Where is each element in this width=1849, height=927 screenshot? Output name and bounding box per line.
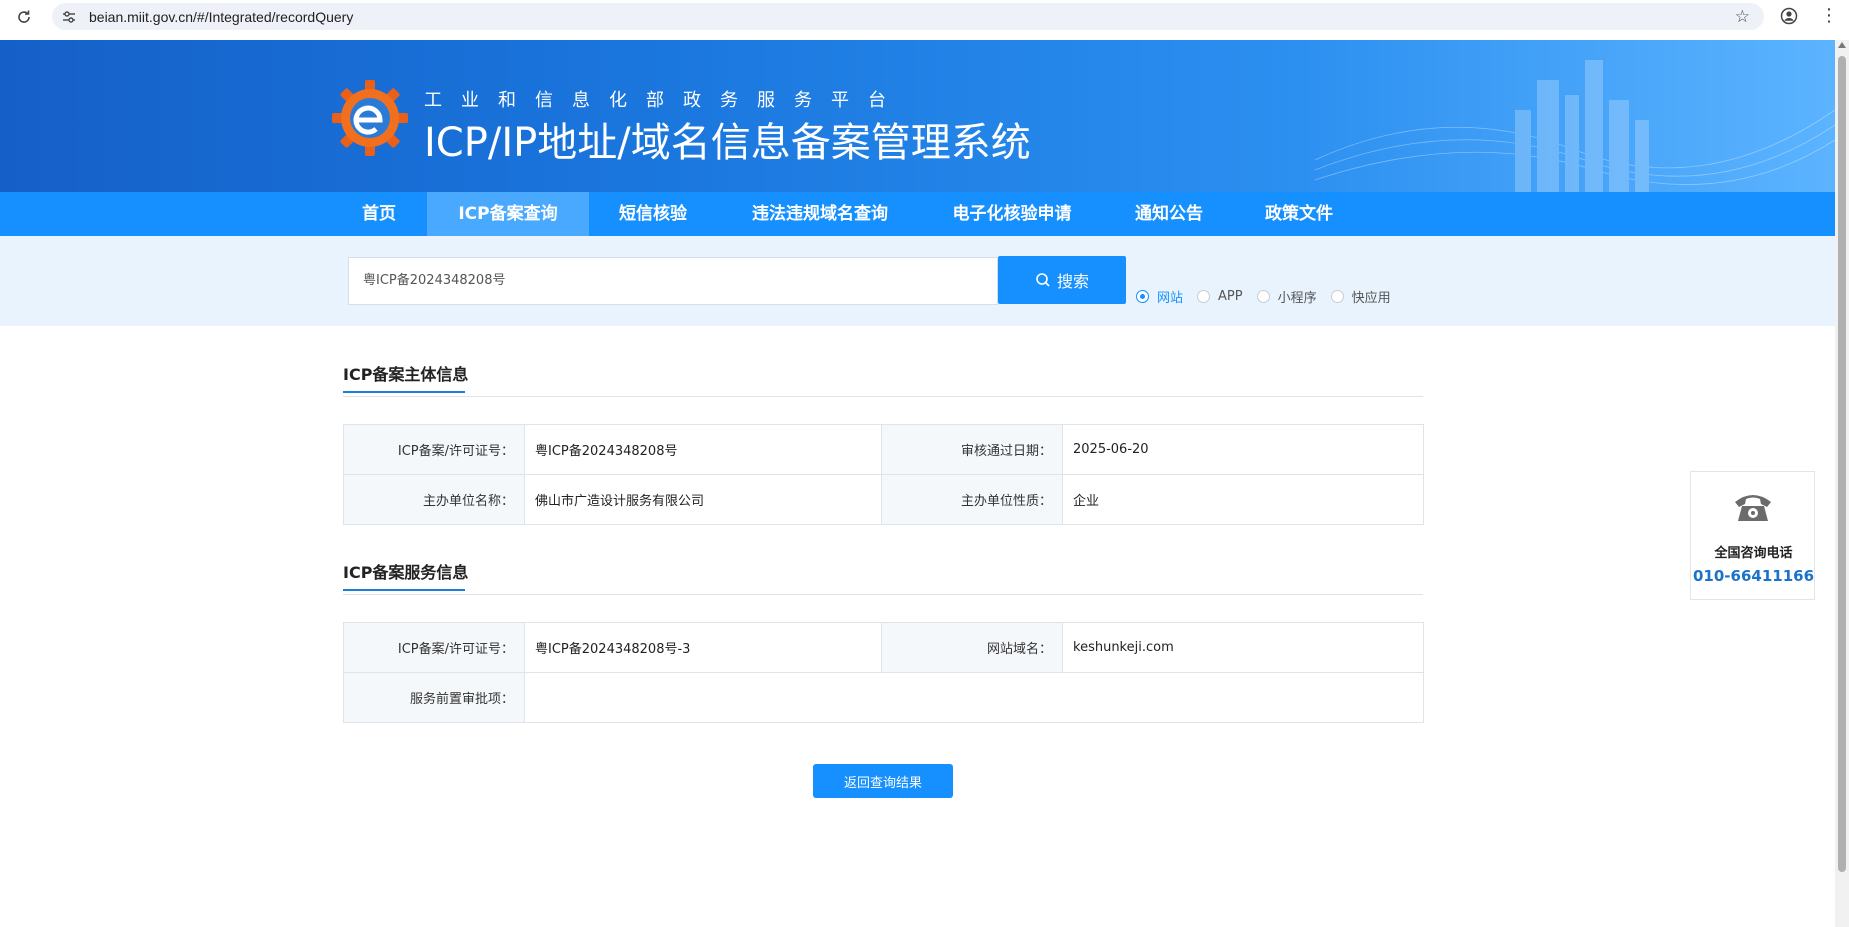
scroll-thumb[interactable]: [1838, 56, 1846, 872]
reload-icon[interactable]: [14, 8, 34, 26]
radio-label-mini-program: 小程序: [1277, 291, 1317, 306]
platform-subtitle: 工业和信息化部政务服务平台: [424, 90, 905, 111]
label-pre-approval: 服务前置审批项：: [343, 672, 525, 723]
nav-item-home[interactable]: 首页: [343, 192, 415, 236]
service-info-table: ICP备案/许可证号： 粤ICP备2024348208号-3 网站域名： kes…: [343, 622, 1424, 723]
label-organizer-name: 主办单位名称：: [343, 474, 525, 525]
value-organizer-name: 佛山市广造设计服务有限公司: [524, 474, 882, 525]
label-approval-date: 审核通过日期：: [881, 424, 1063, 475]
nav-item-illegal-domain[interactable]: 违法违规域名查询: [740, 192, 900, 236]
search-input[interactable]: 粤ICP备2024348208号: [348, 257, 998, 305]
logo-icon: [332, 80, 408, 156]
radio-dot: [1256, 290, 1270, 303]
nav-item-icp-query[interactable]: ICP备案查询: [427, 192, 589, 236]
nav-item-e-verify[interactable]: 电子化核验申请: [942, 192, 1082, 236]
value-service-license-no: 粤ICP备2024348208号-3: [524, 622, 882, 673]
page-scrollbar[interactable]: [1835, 40, 1849, 927]
label-domain: 网站域名：: [881, 622, 1063, 673]
value-pre-approval: [524, 672, 1424, 723]
search-icon: [1036, 273, 1050, 287]
address-bar[interactable]: beian.miit.gov.cn/#/Integrated/recordQue…: [52, 3, 1764, 30]
radio-label-app: APP: [1218, 289, 1243, 304]
label-service-license-no: ICP备案/许可证号：: [343, 622, 525, 673]
subject-info-table: ICP备案/许可证号： 粤ICP备2024348208号 审核通过日期： 202…: [343, 424, 1424, 525]
value-organizer-type: 企业: [1062, 474, 1424, 525]
radio-dot: [1197, 290, 1211, 303]
consult-hotline-widget[interactable]: 全国咨询电话 010-66411166: [1690, 471, 1815, 600]
nav-item-sms-verify[interactable]: 短信核验: [603, 192, 703, 236]
table-row: ICP备案/许可证号： 粤ICP备2024348208号-3 网站域名： kes…: [343, 622, 1424, 673]
table-row: ICP备案/许可证号： 粤ICP备2024348208号 审核通过日期： 202…: [343, 424, 1424, 475]
radio-label-website: 网站: [1157, 291, 1184, 306]
value-approval-date: 2025-06-20: [1062, 424, 1424, 475]
search-button-label: 搜索: [1056, 272, 1089, 291]
value-domain: keshunkeji.com: [1062, 622, 1424, 673]
radio-mini-program[interactable]: 小程序: [1256, 287, 1317, 306]
profile-icon[interactable]: [1780, 7, 1798, 25]
header-banner: 工业和信息化部政务服务平台 ICP/IP地址/域名信息备案管理系统: [0, 40, 1835, 192]
value-license-no: 粤ICP备2024348208号: [524, 424, 882, 475]
consult-label: 全国咨询电话: [1714, 546, 1793, 561]
query-type-radios: 网站 APP 小程序 快应用: [1136, 287, 1405, 306]
radio-dot: [1330, 290, 1344, 303]
subject-section-title: ICP备案主体信息: [343, 361, 468, 393]
url-text[interactable]: beian.miit.gov.cn/#/Integrated/recordQue…: [89, 9, 353, 25]
radio-app[interactable]: APP: [1197, 289, 1243, 304]
search-button[interactable]: 搜索: [998, 256, 1126, 304]
radio-quick-app[interactable]: 快应用: [1330, 287, 1391, 306]
site-info-icon[interactable]: [61, 10, 77, 24]
star-icon[interactable]: ☆: [1735, 7, 1750, 27]
return-results-button[interactable]: 返回查询结果: [813, 764, 953, 798]
nav-item-notices[interactable]: 通知公告: [1124, 192, 1214, 236]
radio-website[interactable]: 网站: [1136, 287, 1183, 306]
nav-item-policy[interactable]: 政策文件: [1254, 192, 1344, 236]
radio-dot: [1136, 290, 1149, 303]
section-divider: [343, 594, 1423, 595]
menu-icon[interactable]: ⋮: [1820, 6, 1838, 26]
label-license-no: ICP备案/许可证号：: [343, 424, 525, 475]
browser-toolbar: beian.miit.gov.cn/#/Integrated/recordQue…: [0, 0, 1849, 33]
city-skyline-graphic: [1315, 60, 1835, 192]
search-panel: 粤ICP备2024348208号 搜索 网站 APP 小程序 快应用: [0, 236, 1835, 326]
section-divider: [343, 396, 1423, 397]
system-title: ICP/IP地址/域名信息备案管理系统: [424, 120, 1031, 166]
radio-label-quick-app: 快应用: [1351, 291, 1391, 306]
table-row: 主办单位名称： 佛山市广造设计服务有限公司 主办单位性质： 企业: [343, 474, 1424, 525]
consult-phone: 010-66411166: [1692, 567, 1815, 585]
table-row: 服务前置审批项：: [343, 672, 1424, 723]
label-organizer-type: 主办单位性质：: [881, 474, 1063, 525]
main-nav: 首页 ICP备案查询 短信核验 违法违规域名查询 电子化核验申请 通知公告 政策…: [0, 192, 1835, 236]
service-section-title: ICP备案服务信息: [343, 559, 468, 591]
scroll-up-arrow-icon[interactable]: [1838, 42, 1846, 48]
telephone-icon: [1735, 495, 1771, 521]
